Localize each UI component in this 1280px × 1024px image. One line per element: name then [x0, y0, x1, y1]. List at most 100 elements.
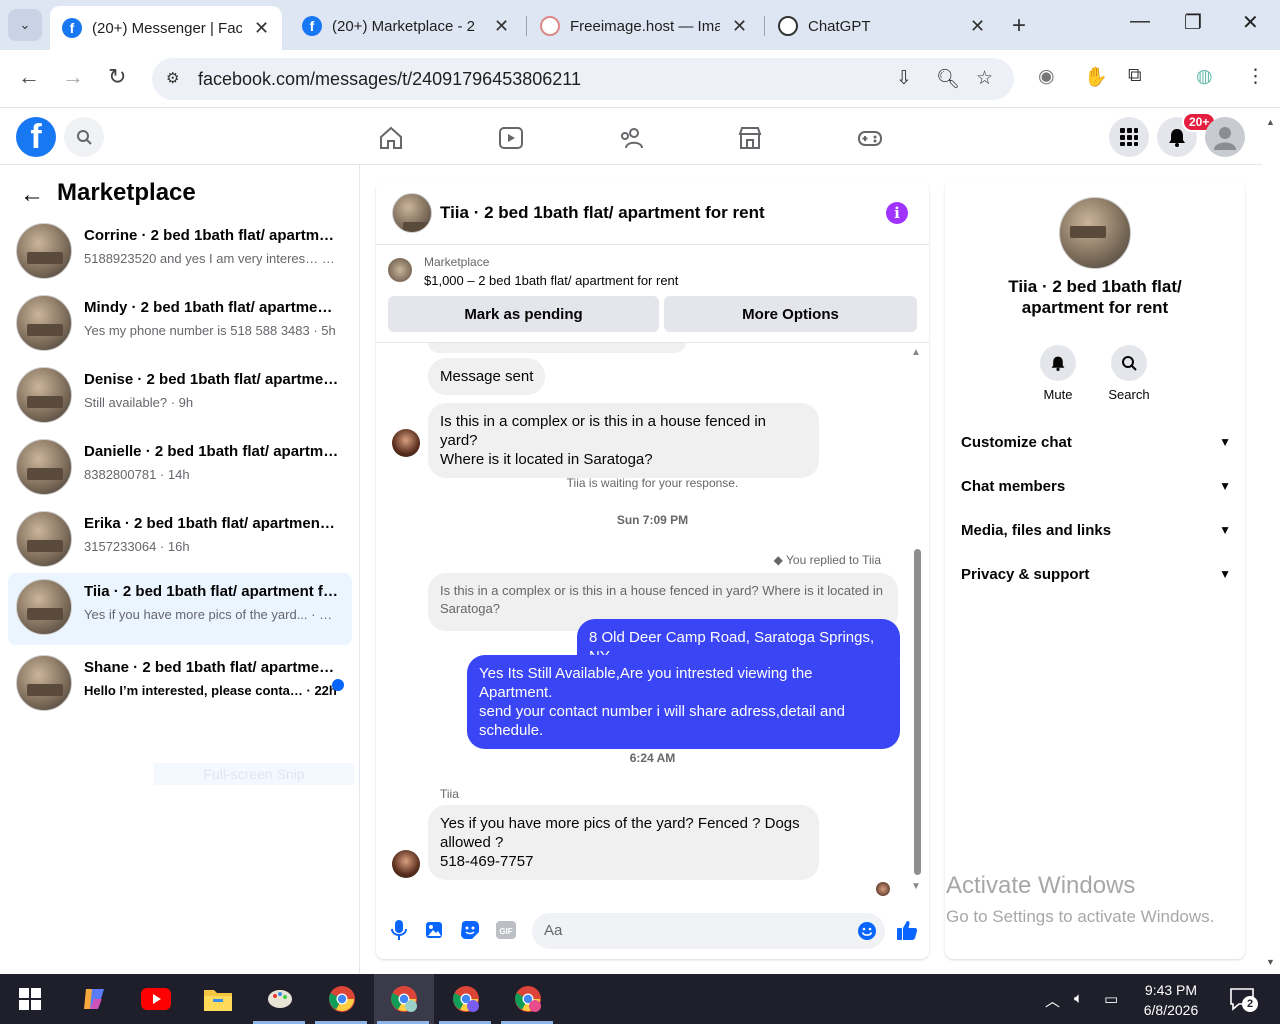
url-text[interactable]: facebook.com/messages/t/2409179645380621…: [198, 69, 581, 90]
mark-as-pending-button[interactable]: Mark as pending: [388, 296, 659, 332]
scroll-up-icon[interactable]: ▲: [1266, 117, 1275, 127]
conversation-snippet: Still available? · 9h: [84, 395, 194, 410]
friends-icon[interactable]: [618, 125, 644, 151]
video-icon[interactable]: [498, 125, 524, 151]
page-scrollbar[interactable]: ▲ ▼: [1262, 109, 1280, 973]
facebook-logo[interactable]: f: [16, 117, 56, 157]
conversation-item[interactable]: Danielle · 2 bed 1bath flat/ apartment f…: [8, 433, 352, 503]
marketplace-icon[interactable]: [737, 125, 763, 151]
mute-button[interactable]: Mute: [1028, 345, 1088, 402]
tab-messenger[interactable]: f (20+) Messenger | Facebook ✕: [50, 6, 282, 50]
close-window-button[interactable]: ✕: [1242, 10, 1259, 35]
bookmark-star-icon[interactable]: ☆: [976, 67, 993, 90]
extensions-puzzle-icon[interactable]: ⧉: [1128, 65, 1142, 87]
reload-icon[interactable]: ↻: [108, 64, 126, 90]
message-list[interactable]: Message sent Is this in a complex or is …: [376, 343, 929, 903]
windows-start-icon[interactable]: [14, 983, 46, 1015]
conversation-item[interactable]: Mindy · 2 bed 1bath flat/ apartment for …: [8, 289, 352, 359]
info-icon[interactable]: i: [886, 202, 908, 224]
sticker-icon[interactable]: [459, 919, 481, 941]
menu-grid-icon[interactable]: [1109, 117, 1149, 157]
gif-icon[interactable]: GIF: [495, 919, 517, 941]
notification-center-icon[interactable]: 2: [1226, 983, 1258, 1015]
media-files-links-section[interactable]: Media, files and links ▼: [961, 512, 1231, 548]
chrome-icon[interactable]: [326, 983, 358, 1015]
reply-arrow-icon: ◆: [773, 553, 783, 567]
chrome-profile-icon[interactable]: [450, 983, 482, 1015]
more-options-button[interactable]: More Options: [664, 296, 917, 332]
conversation-snippet: 5188923520 and yes I am very interes… · …: [84, 251, 339, 266]
forward-icon[interactable]: →: [62, 64, 84, 90]
scroll-up-icon[interactable]: ▲: [911, 347, 921, 358]
account-avatar[interactable]: [1205, 117, 1245, 157]
seen-avatar: [876, 882, 890, 896]
chat-avatar[interactable]: [392, 193, 432, 233]
sender-avatar[interactable]: [392, 850, 420, 878]
customize-chat-section[interactable]: Customize chat ▼: [961, 424, 1231, 460]
chat-members-section[interactable]: Chat members ▼: [961, 468, 1231, 504]
close-icon[interactable]: ✕: [494, 16, 509, 37]
tab-chatgpt[interactable]: ChatGPT ✕: [766, 6, 998, 46]
tab-marketplace[interactable]: f (20+) Marketplace - 2 ✕: [290, 6, 522, 46]
zoom-icon[interactable]: 🔍︎: [936, 67, 960, 91]
conversation-item[interactable]: Corrine · 2 bed 1bath flat/ apartment fo…: [8, 217, 352, 287]
gaming-icon[interactable]: [857, 125, 883, 151]
listing-detail[interactable]: $1,000 – 2 bed 1bath flat/ apartment for…: [424, 273, 678, 288]
minimize-button[interactable]: —: [1130, 10, 1150, 33]
facebook-icon: f: [302, 16, 322, 36]
photo-icon[interactable]: [423, 919, 445, 941]
menu-kebab-icon[interactable]: ⋮: [1246, 65, 1265, 88]
close-icon[interactable]: ✕: [254, 18, 269, 39]
search-label: Search: [1108, 387, 1150, 402]
scroll-down-icon[interactable]: ▼: [911, 881, 921, 892]
listing-avatar: [16, 655, 72, 711]
thumbs-up-icon[interactable]: [896, 919, 918, 941]
conversation-item[interactable]: Erika · 2 bed 1bath flat/ apartment for …: [8, 505, 352, 575]
sender-avatar[interactable]: [392, 429, 420, 457]
back-arrow-icon[interactable]: ←: [20, 181, 44, 209]
facebook-header: f 20+: [0, 109, 1262, 165]
home-icon[interactable]: [378, 125, 404, 151]
close-icon[interactable]: ✕: [732, 16, 747, 37]
conversation-item[interactable]: Shane · 2 bed 1bath flat/ apartment for …: [8, 649, 352, 719]
paint-icon[interactable]: [264, 983, 296, 1015]
new-tab-button[interactable]: +: [1012, 12, 1026, 40]
site-info-icon[interactable]: ⚙: [166, 69, 179, 87]
back-icon[interactable]: ←: [18, 64, 40, 90]
maximize-button[interactable]: ❐: [1184, 10, 1202, 35]
globe-extension-icon[interactable]: ◉: [1038, 65, 1055, 88]
conversation-item[interactable]: Denise · 2 bed 1bath flat/ apartment for…: [8, 361, 352, 431]
tray-chevron-up-icon[interactable]: ︿: [1045, 990, 1060, 1011]
activate-windows-subtitle: Go to Settings to activate Windows.: [946, 907, 1215, 926]
conversation-item-selected[interactable]: Tiia · 2 bed 1bath flat/ apartment for r…: [8, 573, 352, 645]
search-icon[interactable]: [64, 117, 104, 157]
network-icon[interactable]: ▭: [1104, 990, 1118, 1008]
tab-label: (20+) Marketplace - 2: [332, 17, 475, 35]
microphone-icon[interactable]: [388, 919, 410, 941]
search-in-conversation-button[interactable]: Search: [1099, 345, 1159, 402]
close-icon[interactable]: ✕: [970, 16, 985, 37]
install-app-icon[interactable]: ⇩: [896, 67, 912, 90]
chrome-profile-icon[interactable]: [512, 983, 544, 1015]
listing-thumbnail[interactable]: [388, 258, 412, 282]
chat-scrollbar-thumb[interactable]: [914, 549, 921, 875]
section-label: Media, files and links: [961, 521, 1112, 539]
volume-icon[interactable]: 🔈︎: [1074, 990, 1083, 1007]
brave-extension-icon[interactable]: ✋: [1084, 65, 1108, 89]
chat-title[interactable]: Tiia · 2 bed 1bath flat/ apartment for r…: [440, 203, 765, 223]
message-input[interactable]: Aa: [532, 913, 885, 949]
privacy-support-section[interactable]: Privacy & support ▼: [961, 556, 1231, 592]
scroll-down-icon[interactable]: ▼: [1266, 957, 1275, 967]
profile-icon[interactable]: ◍: [1196, 65, 1213, 88]
system-clock[interactable]: 9:43 PM 6/8/2026: [1128, 980, 1214, 1020]
tab-search-button[interactable]: ⌄: [8, 9, 42, 41]
copilot-icon[interactable]: [78, 983, 110, 1015]
tab-freeimage[interactable]: Freeimage.host — Image ✕: [528, 6, 760, 46]
reply-indicator: ◆ You replied to Tiia: [774, 553, 881, 567]
address-bar[interactable]: ⚙ facebook.com/messages/t/24091796453806…: [152, 58, 1014, 100]
chrome-profile-icon[interactable]: [388, 983, 420, 1015]
youtube-icon[interactable]: [140, 983, 172, 1015]
emoji-icon[interactable]: [857, 921, 877, 941]
file-explorer-icon[interactable]: [202, 983, 234, 1015]
listing-avatar-large[interactable]: [1059, 197, 1131, 269]
